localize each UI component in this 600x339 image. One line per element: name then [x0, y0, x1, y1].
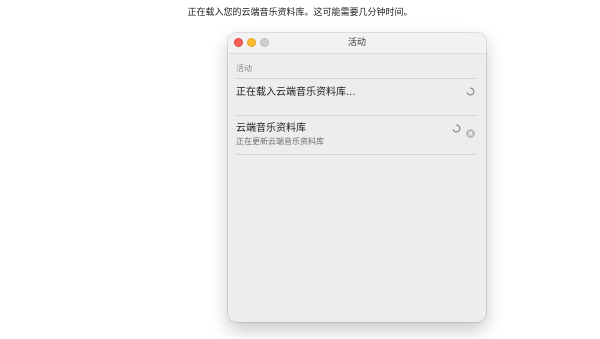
page: 正在载入您的云端音乐资料库。这可能需要几分钟时间。 活动 活动 正在载入云端音乐…: [0, 0, 600, 339]
activity-window: 活动 活动 正在载入云端音乐资料库... 云端音乐资料库 正在更新云端音乐资料库: [228, 33, 486, 322]
activity-item-cloud-library: 云端音乐资料库 正在更新云端音乐资料库: [236, 116, 477, 155]
spinner-icon: [452, 124, 461, 133]
activity-item-title: 云端音乐资料库: [236, 123, 306, 134]
window-titlebar[interactable]: 活动: [228, 33, 486, 54]
intro-message: 正在载入您的云端音乐资料库。这可能需要几分钟时间。: [187, 8, 413, 18]
stop-button[interactable]: [466, 129, 475, 138]
activity-item-title: 正在载入云端音乐资料库...: [236, 87, 356, 98]
window-title: 活动: [347, 38, 366, 48]
activity-list: 活动 正在载入云端音乐资料库... 云端音乐资料库 正在更新云端音乐资料库: [228, 54, 486, 155]
section-header: 活动: [236, 54, 477, 79]
activity-item-subtitle: 正在更新云端音乐资料库: [236, 137, 324, 146]
activity-item-loading-library: 正在载入云端音乐资料库...: [236, 79, 477, 116]
spinner-icon: [466, 87, 475, 96]
stop-icon: [468, 131, 473, 136]
